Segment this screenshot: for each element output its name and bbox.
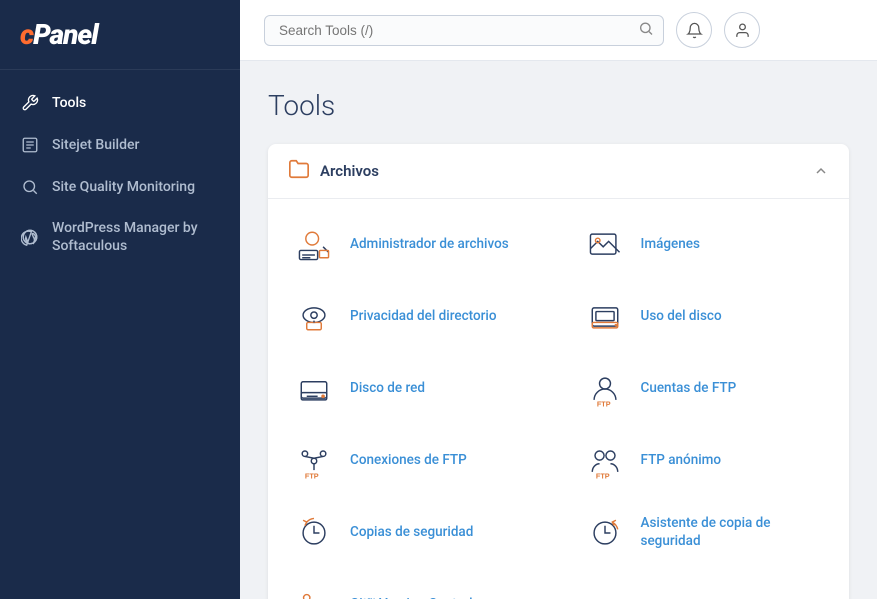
git-icon	[292, 583, 336, 599]
search-input[interactable]	[264, 15, 664, 46]
tool-item-cuentas-ftp[interactable]: FTP Cuentas de FTP	[559, 353, 850, 425]
tool-label-cuentas-ftp: Cuentas de FTP	[641, 380, 737, 398]
card-header: Archivos	[268, 144, 849, 199]
tool-label-admin-archivos: Administrador de archivos	[350, 236, 509, 254]
tool-grid: Administrador de archivos Imágenes	[268, 199, 849, 599]
tool-label-privacidad: Privacidad del directorio	[350, 308, 497, 326]
images-icon	[583, 223, 627, 267]
sidebar-item-sitejet-label: Sitejet Builder	[52, 136, 139, 154]
ftp-anonymous-icon: FTP	[583, 439, 627, 483]
tool-item-copias-seguridad[interactable]: Copias de seguridad	[268, 497, 559, 569]
ftp-connections-icon: FTP	[292, 439, 336, 483]
tool-item-admin-archivos[interactable]: Administrador de archivos	[268, 209, 559, 281]
sidebar: cPanel Tools Sitejet Builder Site Qualit…	[0, 0, 240, 599]
sidebar-item-wordpress-label: WordPress Manager by Softaculous	[52, 219, 220, 255]
tool-item-uso-disco[interactable]: Uso del disco	[559, 281, 850, 353]
sidebar-item-tools-label: Tools	[52, 94, 86, 112]
tool-item-asistente-copia[interactable]: Asistente de copia de seguridad	[559, 497, 850, 569]
sidebar-item-sitejet[interactable]: Sitejet Builder	[0, 124, 240, 166]
tool-item-imagenes[interactable]: Imágenes	[559, 209, 850, 281]
page-title: Tools	[268, 89, 849, 122]
collapse-button[interactable]	[813, 163, 829, 179]
tool-item-privacidad[interactable]: Privacidad del directorio	[268, 281, 559, 353]
profile-button[interactable]	[724, 12, 760, 48]
sidebar-item-sitequality[interactable]: Site Quality Monitoring	[0, 166, 240, 208]
wrench-icon	[20, 93, 40, 113]
tool-label-asistente-copia: Asistente de copia de seguridad	[641, 515, 826, 550]
backup-wizard-icon	[583, 511, 627, 555]
search-button[interactable]	[638, 21, 654, 40]
search-wrapper	[264, 15, 664, 46]
sidebar-nav: Tools Sitejet Builder Site Quality Monit…	[0, 70, 240, 278]
sitejet-icon	[20, 135, 40, 155]
svg-text:FTP: FTP	[595, 471, 609, 480]
tool-label-conexiones-ftp: Conexiones de FTP	[350, 452, 467, 470]
network-disk-icon	[292, 367, 336, 411]
sidebar-item-wordpress[interactable]: WordPress Manager by Softaculous	[0, 208, 240, 266]
svg-text:FTP: FTP	[596, 399, 610, 408]
ftp-accounts-icon: FTP	[583, 367, 627, 411]
section-title: Archivos	[320, 162, 379, 180]
privacy-icon	[292, 295, 336, 339]
topbar	[240, 0, 877, 61]
tool-item-git[interactable]: Git™ Version Control	[268, 569, 559, 599]
svg-text:FTP: FTP	[305, 471, 319, 480]
tool-label-uso-disco: Uso del disco	[641, 308, 722, 326]
cpanel-logo: cPanel	[20, 18, 220, 51]
sidebar-item-tools[interactable]: Tools	[0, 82, 240, 124]
tool-label-imagenes: Imágenes	[641, 236, 700, 254]
tool-item-ftp-anonimo[interactable]: FTP FTP anónimo	[559, 425, 850, 497]
search-circle-icon	[20, 177, 40, 197]
logo-area: cPanel	[0, 0, 240, 70]
main-area: Tools Archivos	[240, 0, 877, 599]
wordpress-icon	[20, 227, 40, 247]
backup-icon	[292, 511, 336, 555]
folder-icon	[288, 158, 310, 184]
content-area: Tools Archivos	[240, 61, 877, 599]
tool-label-disco-red: Disco de red	[350, 380, 425, 398]
archivos-card: Archivos	[268, 144, 849, 599]
tool-item-disco-red[interactable]: Disco de red	[268, 353, 559, 425]
card-header-left: Archivos	[288, 158, 379, 184]
sidebar-item-sitequality-label: Site Quality Monitoring	[52, 178, 195, 196]
disk-usage-icon	[583, 295, 627, 339]
notifications-button[interactable]	[676, 12, 712, 48]
tool-label-copias-seguridad: Copias de seguridad	[350, 524, 473, 542]
file-manager-icon	[292, 223, 336, 267]
tool-label-ftp-anonimo: FTP anónimo	[641, 452, 722, 470]
tool-item-conexiones-ftp[interactable]: FTP Conexiones de FTP	[268, 425, 559, 497]
